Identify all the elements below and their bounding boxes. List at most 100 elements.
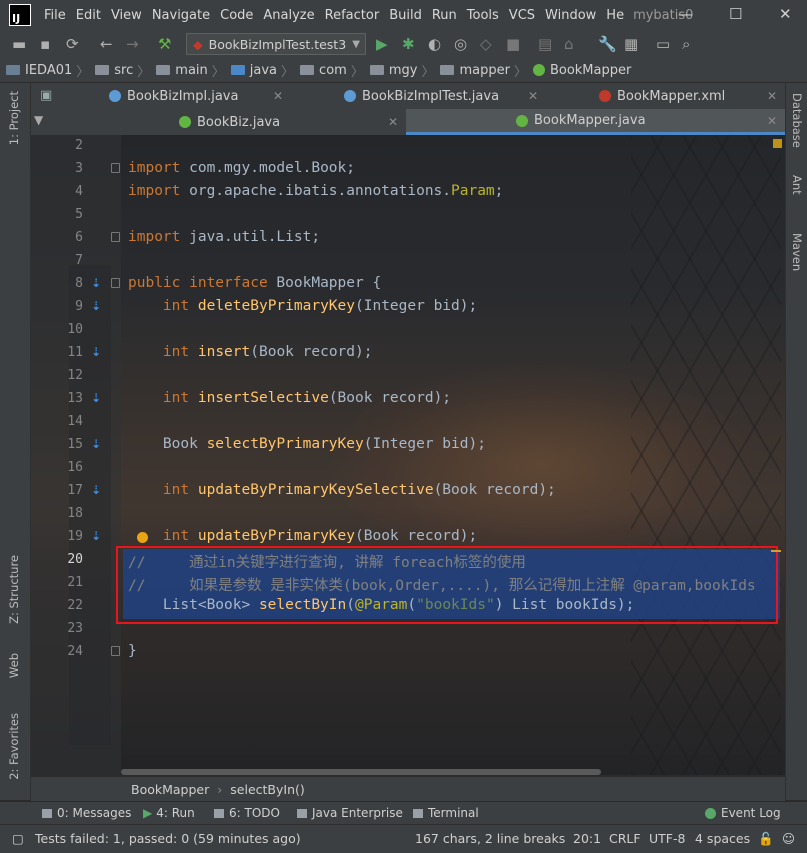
menu-item[interactable]: File [39,8,71,23]
fold-marker-icon[interactable] [111,646,120,656]
messages-tool-button[interactable]: 0: Messages [42,806,131,820]
indent-setting[interactable]: 4 spaces [695,831,750,846]
implemented-arrow-icon[interactable]: ⇣ [91,276,105,290]
tab-bookmapper-xml[interactable]: BookMapper.xml ✕ [591,83,785,109]
implemented-arrow-icon[interactable]: ⇣ [91,345,105,359]
tool-windows-toggle-icon[interactable]: ▢ [12,831,24,846]
profile-icon[interactable]: ◎ [454,35,467,53]
ant-tool-tab[interactable]: Ant [790,175,804,195]
code-token: insert [197,344,251,360]
web-tool-tab[interactable]: Web [7,653,21,678]
terminal-tool-button[interactable]: Terminal [413,806,479,820]
tab-bookbiz[interactable]: BookBiz.java ✕ [171,109,406,135]
code-token: updateByPrimaryKey [197,528,355,544]
menu-item[interactable]: VCS [504,8,540,23]
implemented-arrow-icon[interactable]: ⇣ [91,299,105,313]
project-structure-icon[interactable]: ▦ [624,35,638,53]
run-icon[interactable]: ▶ [376,35,388,53]
build-hammer-icon[interactable]: ⚒ [158,35,171,53]
breadcrumb-item[interactable]: com 〉 [300,61,364,80]
vcs-update-icon[interactable]: ⌂ [564,35,574,53]
menu-item[interactable]: Run [427,8,462,23]
breadcrumb-item[interactable]: src 〉 [95,61,150,80]
line-number: 6 [75,230,83,245]
breadcrumb-item[interactable]: IEDA01 〉 [6,61,89,80]
open-folder-icon[interactable]: ▬ [12,35,26,53]
menu-item[interactable]: Build [384,8,427,23]
line-ending[interactable]: CRLF [609,831,641,846]
save-icon[interactable]: ▪ [40,35,50,53]
tab-menu-icon[interactable]: ▼ [34,113,43,127]
menu-item[interactable]: Code [215,8,258,23]
intellij-logo-icon[interactable]: IJ [9,4,31,26]
implemented-arrow-icon[interactable]: ⇣ [91,529,105,543]
intention-bulb-icon[interactable] [137,532,148,543]
run-configuration-select[interactable]: ◆ BookBizImplTest.test3 ▼ [186,33,366,55]
inspection-status-icon[interactable] [773,139,782,148]
terminal-icon[interactable]: ▭ [656,35,670,53]
implemented-arrow-icon[interactable]: ⇣ [91,437,105,451]
editor-crumb-class[interactable]: BookMapper [131,782,209,797]
fold-marker-icon[interactable] [111,163,120,173]
favorites-tool-tab[interactable]: 2: Favorites [7,713,21,780]
menu-item[interactable]: Window [540,8,601,23]
close-tab-icon[interactable]: ✕ [528,89,538,103]
breadcrumb-item[interactable]: mgy 〉 [369,61,434,80]
event-log-tool-button[interactable]: Event Log [705,806,781,820]
menu-item[interactable]: Analyze [258,8,319,23]
status-message[interactable]: Tests failed: 1, passed: 0 (59 minutes a… [35,831,301,846]
code-token: (Integer bid); [355,298,478,314]
menu-item[interactable]: Edit [71,8,106,23]
debug-icon[interactable]: ✱ [402,35,415,53]
breadcrumb-item[interactable]: BookMapper [532,63,631,78]
forward-icon[interactable]: → [126,35,139,53]
stop-icon[interactable]: ■ [506,35,520,53]
wrench-icon[interactable]: 🔧 [598,35,617,53]
breadcrumb-item[interactable]: main 〉 [156,61,225,80]
code-editor[interactable]: 2 3 import com.mgy.model.Book; 4 import org.… [31,135,785,775]
java-enterprise-tool-button[interactable]: Java Enterprise [297,806,403,820]
lock-icon[interactable]: 🔓 [758,831,774,847]
close-tab-icon[interactable]: ✕ [767,114,777,128]
todo-tool-button[interactable]: 6: TODO [214,806,280,820]
menu-item[interactable]: Refactor [320,8,385,23]
structure-view-icon[interactable]: ▣ [40,88,52,103]
search-icon[interactable]: ⌕ [682,35,690,53]
close-tab-icon[interactable]: ✕ [767,89,777,103]
menu-item[interactable]: View [106,8,147,23]
caret-position[interactable]: 20:1 [573,831,601,846]
minimize-icon[interactable]: — [678,5,693,23]
breadcrumb-item[interactable]: java 〉 [230,61,294,80]
close-tab-icon[interactable]: ✕ [388,115,398,129]
back-icon[interactable]: ← [100,35,113,53]
project-tool-tab[interactable]: 1: Project [7,91,21,145]
close-icon[interactable]: ✕ [779,5,792,23]
horizontal-scrollbar[interactable] [121,769,601,775]
implemented-arrow-icon[interactable]: ⇣ [91,483,105,497]
menu-item[interactable]: Tools [462,8,504,23]
inspector-icon[interactable]: ☺ [782,831,795,846]
maximize-icon[interactable]: ☐ [729,5,742,23]
close-tab-icon[interactable]: ✕ [273,89,283,103]
attach-icon[interactable]: ◇ [480,35,492,53]
vcs-icon[interactable]: ▤ [538,35,552,53]
run-tool-button[interactable]: ▶ 4: Run [143,806,195,820]
tab-bookbizimpltest[interactable]: BookBizImplTest.java ✕ [336,83,546,109]
sync-icon[interactable]: ⟳ [66,35,79,53]
fold-marker-icon[interactable] [111,278,120,288]
tool-label: 4: Run [156,806,195,820]
coverage-icon[interactable]: ◐ [428,35,441,53]
breadcrumb-label: com [319,62,347,78]
menu-item[interactable]: He [601,8,629,23]
editor-crumb-method[interactable]: selectByIn() [230,782,304,797]
menu-item[interactable]: Navigate [147,8,215,23]
structure-tool-tab[interactable]: Z: Structure [7,555,21,624]
tab-bookbizimpl[interactable]: BookBizImpl.java ✕ [101,83,291,109]
file-encoding[interactable]: UTF-8 [649,831,685,846]
maven-tool-tab[interactable]: Maven [790,233,804,271]
tab-bookmapper-java[interactable]: BookMapper.java ✕ [406,109,785,135]
implemented-arrow-icon[interactable]: ⇣ [91,391,105,405]
database-tool-tab[interactable]: Database [790,93,804,148]
breadcrumb-item[interactable]: mapper 〉 [440,61,527,80]
fold-marker-icon[interactable] [111,232,120,242]
